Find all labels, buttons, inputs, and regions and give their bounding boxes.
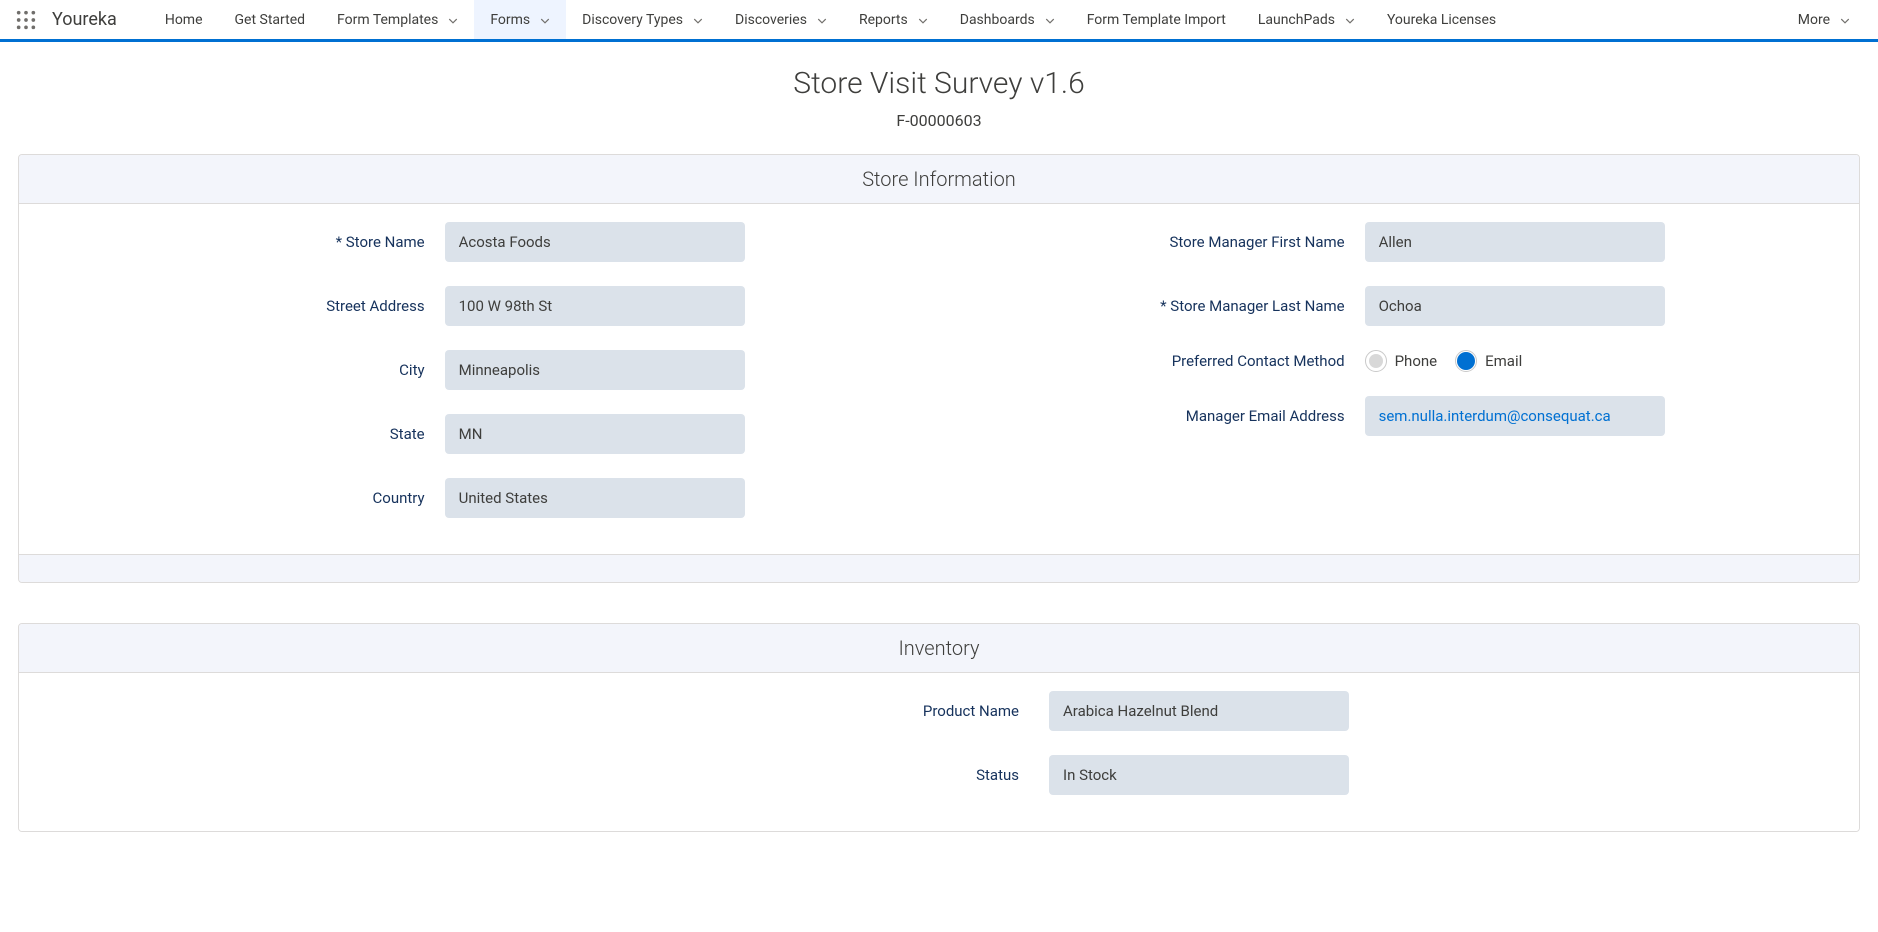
form-row: Preferred Contact Method Phone Email xyxy=(969,350,1829,372)
radio-label: Phone xyxy=(1395,352,1438,370)
field-value[interactable]: United States xyxy=(445,478,745,518)
panel-body: * Store NameAcosta Foods Street Address10… xyxy=(19,204,1859,554)
nav-tab-label: Home xyxy=(165,12,203,28)
radio-icon xyxy=(1455,350,1477,372)
chevron-down-icon xyxy=(693,15,703,25)
record-id: F-00000603 xyxy=(0,111,1878,130)
panel-body: Product NameArabica Hazelnut Blend Status… xyxy=(19,673,1859,831)
form-row: * Store NameAcosta Foods xyxy=(49,222,909,262)
panel-store-information: Store Information * Store NameAcosta Foo… xyxy=(18,154,1860,583)
nav-tab-launchpads[interactable]: LaunchPads xyxy=(1242,0,1371,39)
chevron-down-icon xyxy=(1840,15,1850,25)
field-value[interactable]: Arabica Hazelnut Blend xyxy=(1049,691,1349,731)
chevron-down-icon xyxy=(918,15,928,25)
radio-group: Phone Email xyxy=(1365,350,1665,372)
form-row: Manager Email Addresssem.nulla.interdum@… xyxy=(969,396,1829,436)
form-row: CityMinneapolis xyxy=(49,350,909,390)
field-value-wrap: In Stock xyxy=(1049,755,1349,795)
nav-tab-youreka-licenses[interactable]: Youreka Licenses xyxy=(1371,0,1512,39)
radio-label: Email xyxy=(1485,352,1522,370)
form-row: StateMN xyxy=(49,414,909,454)
field-value-wrap: United States xyxy=(445,478,745,518)
nav-tab-discoveries[interactable]: Discoveries xyxy=(719,0,843,39)
field-label: Status xyxy=(529,766,1049,784)
radio-option-phone[interactable]: Phone xyxy=(1365,350,1438,372)
field-value-wrap: sem.nulla.interdum@consequat.ca xyxy=(1365,396,1665,436)
section-header: Store Information xyxy=(19,155,1859,204)
field-value[interactable]: Allen xyxy=(1365,222,1665,262)
nav-tabs: Home Get Started Form Templates Forms Discov… xyxy=(149,0,1866,39)
page-title: Store Visit Survey v1.6 xyxy=(0,66,1878,101)
field-value-wrap: MN xyxy=(445,414,745,454)
chevron-down-icon xyxy=(448,15,458,25)
nav-tab-dashboards[interactable]: Dashboards xyxy=(944,0,1071,39)
field-label: * Store Manager Last Name xyxy=(969,297,1365,315)
app-launcher-icon[interactable] xyxy=(12,6,40,34)
nav-tab-get-started[interactable]: Get Started xyxy=(219,0,322,39)
nav-tab-label: Forms xyxy=(490,12,530,28)
field-label: * Store Name xyxy=(49,233,445,251)
field-value[interactable]: Acosta Foods xyxy=(445,222,745,262)
field-value-link[interactable]: sem.nulla.interdum@consequat.ca xyxy=(1365,396,1665,436)
field-label: Product Name xyxy=(529,702,1049,720)
nav-tab-form-templates[interactable]: Form Templates xyxy=(321,0,474,39)
field-label: State xyxy=(49,425,445,443)
chevron-down-icon xyxy=(540,15,550,25)
nav-tab-form-template-import[interactable]: Form Template Import xyxy=(1071,0,1242,39)
page-content: Store Visit Survey v1.6 F-00000603 Store… xyxy=(0,42,1878,932)
form-row: Street Address100 W 98th St xyxy=(49,286,909,326)
field-value-wrap: Allen xyxy=(1365,222,1665,262)
chevron-down-icon xyxy=(1045,15,1055,25)
field-label: Street Address xyxy=(49,297,445,315)
nav-tab-reports[interactable]: Reports xyxy=(843,0,944,39)
field-label: City xyxy=(49,361,445,379)
field-value[interactable]: Minneapolis xyxy=(445,350,745,390)
form-row: Product NameArabica Hazelnut Blend xyxy=(19,691,1859,731)
nav-tab-forms[interactable]: Forms xyxy=(474,0,566,39)
field-value-wrap: Minneapolis xyxy=(445,350,745,390)
brand-label: Youreka xyxy=(52,9,117,30)
field-value-wrap: 100 W 98th St xyxy=(445,286,745,326)
field-value[interactable]: Ochoa xyxy=(1365,286,1665,326)
radio-option-email[interactable]: Email xyxy=(1455,350,1522,372)
field-label: Preferred Contact Method xyxy=(969,352,1365,370)
section-header: Inventory xyxy=(19,624,1859,673)
nav-tab-label: Form Template Import xyxy=(1087,12,1226,28)
field-label: Store Manager First Name xyxy=(969,233,1365,251)
nav-tab-home[interactable]: Home xyxy=(149,0,219,39)
nav-tab-label: Dashboards xyxy=(960,12,1035,28)
field-value-wrap: Ochoa xyxy=(1365,286,1665,326)
form-row: * Store Manager Last NameOchoa xyxy=(969,286,1829,326)
radio-icon xyxy=(1365,350,1387,372)
form-row: StatusIn Stock xyxy=(19,755,1859,795)
nav-tab-label: Get Started xyxy=(235,12,306,28)
field-value[interactable]: 100 W 98th St xyxy=(445,286,745,326)
nav-tab-label: LaunchPads xyxy=(1258,12,1335,28)
field-value-wrap: Arabica Hazelnut Blend xyxy=(1049,691,1349,731)
field-value[interactable]: In Stock xyxy=(1049,755,1349,795)
field-label: Country xyxy=(49,489,445,507)
form-column-left: * Store NameAcosta Foods Street Address10… xyxy=(19,222,939,542)
nav-tab-label: Youreka Licenses xyxy=(1387,12,1496,28)
chevron-down-icon xyxy=(817,15,827,25)
chevron-down-icon xyxy=(1345,15,1355,25)
field-label: Manager Email Address xyxy=(969,407,1365,425)
field-value-wrap: Acosta Foods xyxy=(445,222,745,262)
nav-tab-discovery-types[interactable]: Discovery Types xyxy=(566,0,719,39)
form-column-right: Store Manager First NameAllen * Store Man… xyxy=(939,222,1859,542)
nav-tab-label: More xyxy=(1798,12,1830,28)
top-navigation: Youreka Home Get Started Form Templates For… xyxy=(0,0,1878,42)
nav-tab-label: Discoveries xyxy=(735,12,807,28)
panel-inventory: Inventory Product NameArabica Hazelnut B… xyxy=(18,623,1860,832)
radio-group-wrap: Phone Email xyxy=(1365,350,1665,372)
page-title-block: Store Visit Survey v1.6 F-00000603 xyxy=(0,66,1878,130)
form-row: CountryUnited States xyxy=(49,478,909,518)
field-value[interactable]: MN xyxy=(445,414,745,454)
nav-tab-label: Discovery Types xyxy=(582,12,683,28)
nav-tab-label: Form Templates xyxy=(337,12,438,28)
nav-tab-more[interactable]: More xyxy=(1782,0,1866,39)
form-row: Store Manager First NameAllen xyxy=(969,222,1829,262)
nav-tab-label: Reports xyxy=(859,12,908,28)
panel-footer-strip xyxy=(19,554,1859,582)
